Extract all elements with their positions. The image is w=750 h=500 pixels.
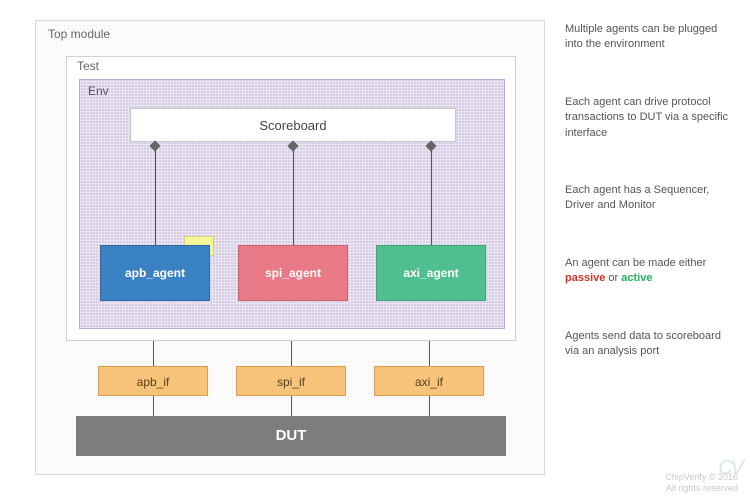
note-fragment: An agent can be made either: [565, 257, 706, 269]
connector-line: [291, 396, 292, 416]
connector-line: [153, 396, 154, 416]
env-label: Env: [88, 84, 109, 98]
env-box: Env Scoreboard apb_agent spi_agent axi_a…: [79, 79, 505, 329]
spi-agent-box: spi_agent: [238, 245, 348, 301]
connector-line: [293, 150, 294, 245]
connector-line: [431, 150, 432, 245]
axi-agent-box: axi_agent: [376, 245, 486, 301]
top-module-label: Top module: [48, 27, 110, 41]
note-text: Agents send data to scoreboard via an an…: [565, 329, 735, 360]
connector-line: [153, 341, 154, 366]
note-text: Each agent has a Sequencer, Driver and M…: [565, 183, 735, 214]
spi-if-box: spi_if: [236, 366, 346, 396]
note-fragment: or: [605, 272, 621, 284]
active-word: active: [621, 272, 652, 284]
rights-line: All rights reserved: [665, 483, 738, 494]
test-box: Test Env Scoreboard apb_agent spi_agent …: [66, 56, 516, 341]
notes-column: Multiple agents can be plugged into the …: [565, 22, 735, 401]
top-module-box: Top module Test Env Scoreboard apb_agent…: [35, 20, 545, 475]
scoreboard-box: Scoreboard: [130, 108, 456, 142]
apb-if-box: apb_if: [98, 366, 208, 396]
axi-if-box: axi_if: [374, 366, 484, 396]
passive-word: passive: [565, 272, 605, 284]
connector-line: [291, 341, 292, 366]
connector-line: [155, 150, 156, 245]
footer: ChipVerify © 2016 All rights reserved: [665, 472, 738, 494]
note-text: Multiple agents can be plugged into the …: [565, 22, 735, 53]
note-text: An agent can be made either passive or a…: [565, 256, 735, 287]
test-label: Test: [77, 59, 99, 73]
connector-line: [429, 396, 430, 416]
connector-line: [429, 341, 430, 366]
dut-box: DUT: [76, 416, 506, 456]
copyright-line: ChipVerify © 2016: [665, 472, 738, 483]
note-text: Each agent can drive protocol transactio…: [565, 95, 735, 141]
apb-agent-box: apb_agent: [100, 245, 210, 301]
